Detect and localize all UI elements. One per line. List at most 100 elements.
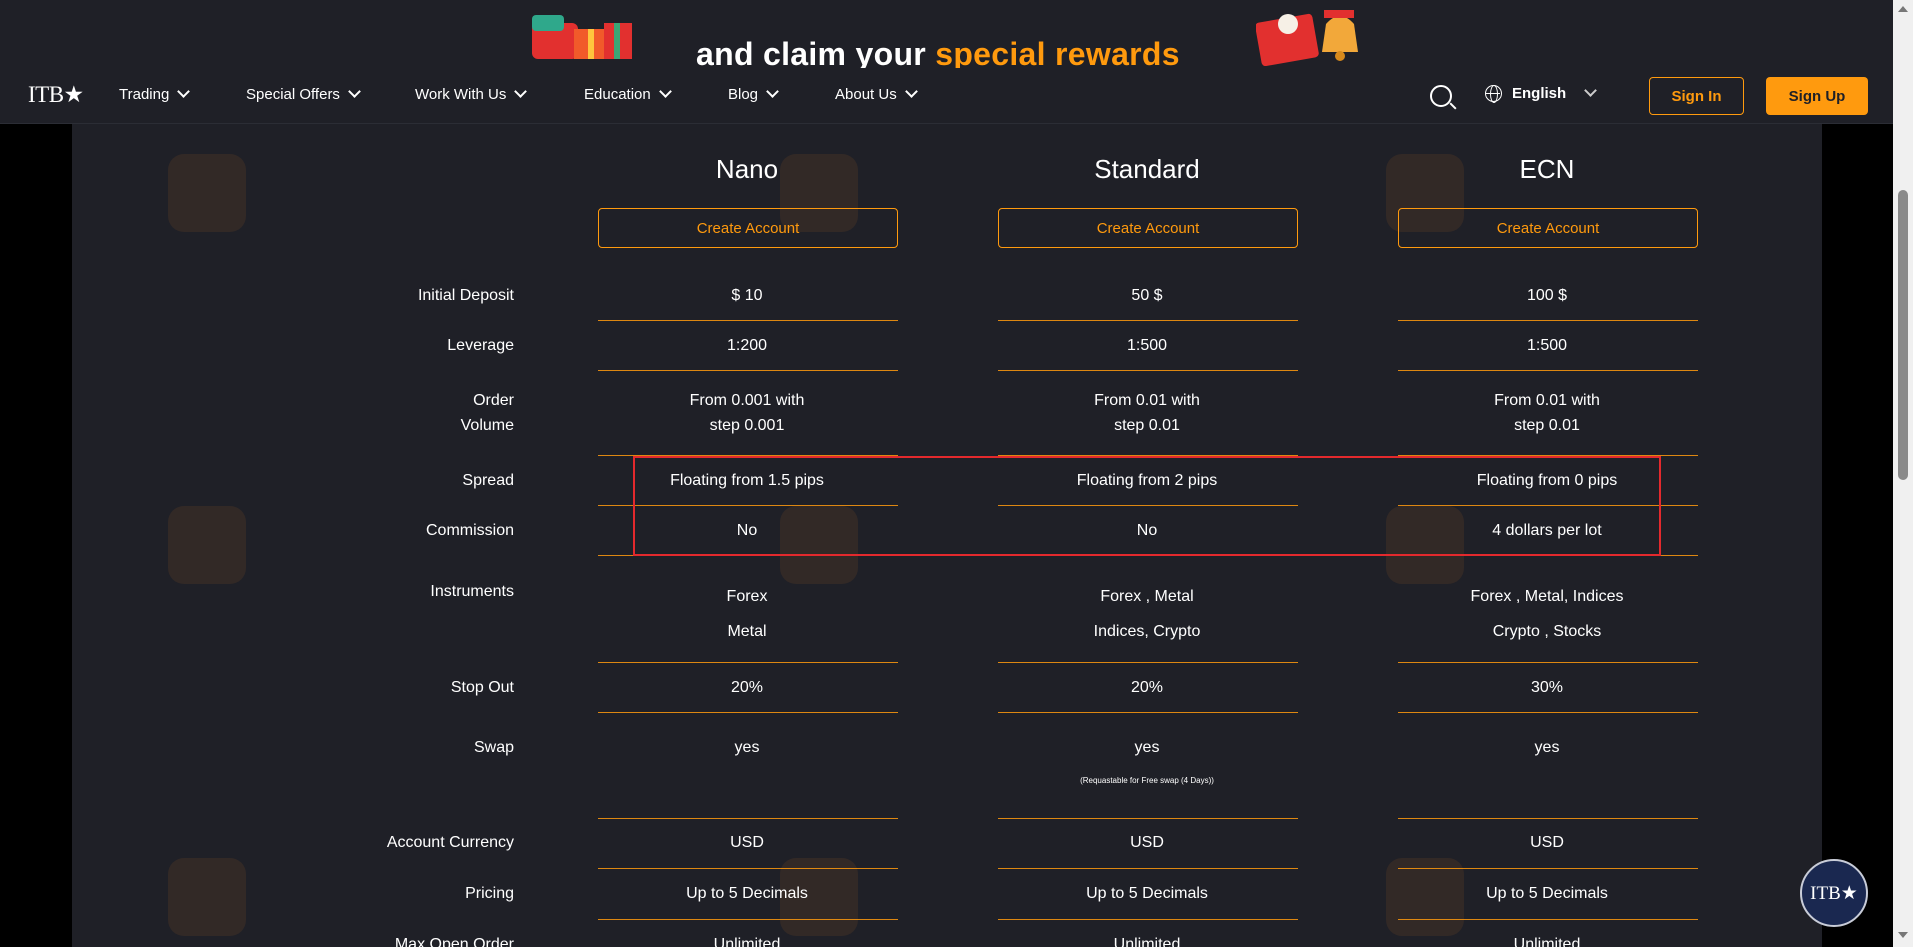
cell-line: From 0.001 with: [689, 392, 805, 409]
row-label-leverage: Leverage: [447, 337, 514, 354]
plan-name-standard: Standard: [1094, 154, 1200, 184]
nav-blog[interactable]: Blog: [728, 85, 779, 103]
cell-line: Crypto , Stocks: [1492, 623, 1602, 640]
label-line: Volume: [460, 417, 514, 434]
row-divider: [998, 868, 1298, 869]
row-divider: [998, 370, 1298, 371]
nav-label: Blog: [728, 86, 759, 103]
cell-max-open-order-nano: Unlimited: [713, 936, 781, 947]
cell-pricing-standard: Up to 5 Decimals: [1086, 885, 1208, 902]
swap-note: (Requastable for Free swap (4 Days)): [1080, 776, 1214, 785]
label-line: Order: [473, 392, 514, 409]
chevron-down-icon: [766, 85, 779, 98]
cell-line: Metal: [727, 623, 767, 640]
row-label-commission: Commission: [425, 522, 514, 539]
row-divider: [598, 320, 898, 321]
chevron-down-icon: [1584, 84, 1598, 97]
row-divider: [998, 818, 1298, 819]
create-account-button-standard[interactable]: Create Account: [998, 208, 1298, 248]
scroll-thumb[interactable]: [1898, 190, 1908, 480]
cell-account-currency-standard: USD: [1130, 834, 1164, 851]
nav-label: About Us: [835, 86, 897, 103]
promo-text: and claim your special rewards: [696, 36, 1180, 68]
cell-pricing-nano: Up to 5 Decimals: [686, 885, 808, 902]
chat-widget-button[interactable]: ITB★: [1800, 859, 1868, 927]
row-divider: [998, 320, 1298, 321]
cell-order-volume-ecn: From 0.01 with step 0.01: [1397, 388, 1697, 438]
cell-line: Forex , Metal: [1100, 588, 1194, 605]
cell-swap-ecn: yes: [1534, 739, 1560, 756]
row-divider: [598, 662, 898, 663]
row-divider: [998, 662, 1298, 663]
globe-icon: [1485, 85, 1502, 103]
cell-instruments-standard: Forex , Metal Indices, Crypto: [997, 579, 1297, 649]
sign-up-button[interactable]: Sign Up: [1766, 77, 1868, 115]
cell-swap-nano: yes: [734, 739, 760, 756]
row-divider: [1398, 818, 1698, 819]
row-divider: [1398, 868, 1698, 869]
row-divider: [998, 712, 1298, 713]
cell-line: step 0.001: [709, 417, 785, 434]
plan-name-ecn: ECN: [1519, 154, 1575, 184]
create-account-button-nano[interactable]: Create Account: [598, 208, 898, 248]
watermark-logo: [168, 506, 246, 584]
main-header: ITB★ Trading Special Offers Work With Us…: [0, 68, 1893, 124]
cell-pricing-ecn: Up to 5 Decimals: [1486, 885, 1608, 902]
cell-line: Forex: [726, 588, 768, 605]
cell-account-currency-nano: USD: [730, 834, 764, 851]
nav-special-offers[interactable]: Special Offers: [246, 85, 361, 103]
scroll-up-arrow-icon[interactable]: [1898, 6, 1908, 12]
cell-initial-deposit-ecn: 100 $: [1526, 287, 1568, 304]
scroll-down-arrow-icon[interactable]: [1898, 932, 1908, 938]
page-scrollbar[interactable]: [1893, 0, 1913, 947]
row-divider: [1398, 919, 1698, 920]
row-divider: [1398, 370, 1698, 371]
logo[interactable]: ITB★: [28, 82, 84, 108]
cell-line: step 0.01: [1114, 417, 1180, 434]
cell-instruments-nano: Forex Metal: [597, 579, 897, 649]
create-account-button-ecn[interactable]: Create Account: [1398, 208, 1698, 248]
cell-leverage-ecn: 1:500: [1526, 337, 1568, 354]
row-label-pricing: Pricing: [465, 885, 514, 902]
nav-education[interactable]: Education: [584, 85, 672, 103]
sign-in-button[interactable]: Sign In: [1649, 77, 1744, 115]
watermark-logo: [168, 858, 246, 936]
row-divider: [1398, 320, 1698, 321]
cell-account-currency-ecn: USD: [1530, 834, 1564, 851]
highlight-annotation-box: [633, 456, 1661, 556]
row-divider: [598, 868, 898, 869]
promo-banner[interactable]: and claim your special rewards: [0, 0, 1893, 68]
nav-trading[interactable]: Trading: [119, 85, 191, 103]
plan-name-nano: Nano: [715, 154, 779, 184]
chevron-down-icon: [348, 85, 361, 98]
cell-stop-out-nano: 20%: [730, 679, 764, 696]
language-selector[interactable]: English: [1485, 84, 1598, 103]
cell-leverage-nano: 1:200: [726, 337, 768, 354]
nav-work-with-us[interactable]: Work With Us: [415, 85, 528, 103]
nav-about-us[interactable]: About Us: [835, 85, 918, 103]
cell-instruments-ecn: Forex , Metal, Indices Crypto , Stocks: [1397, 579, 1697, 649]
cell-swap-standard: yes: [1134, 739, 1160, 756]
cell-order-volume-nano: From 0.001 with step 0.001: [597, 388, 897, 438]
chevron-down-icon: [904, 85, 918, 98]
cell-initial-deposit-standard: 50 $: [1131, 287, 1163, 304]
row-label-max-open-order: Max Open Order: [394, 936, 514, 947]
row-divider: [598, 712, 898, 713]
row-label-order-volume: Order Volume: [272, 388, 514, 438]
row-label-spread: Spread: [462, 472, 514, 489]
nav-label: Trading: [119, 86, 170, 103]
cell-line: From 0.01 with: [1494, 392, 1600, 409]
row-label-initial-deposit: Initial Deposit: [417, 287, 514, 304]
chevron-down-icon: [177, 85, 191, 98]
chevron-down-icon: [658, 85, 672, 98]
row-label-stop-out: Stop Out: [450, 679, 514, 696]
gift-boot-icon: [532, 15, 632, 59]
cell-max-open-order-ecn: Unlimited: [1513, 936, 1581, 947]
search-icon[interactable]: [1430, 85, 1452, 107]
cell-line: Forex , Metal, Indices: [1470, 588, 1624, 605]
row-label-account-currency: Account Currency: [386, 834, 514, 851]
watermark-logo: [168, 154, 246, 232]
nav-label: Special Offers: [246, 86, 340, 103]
cell-order-volume-standard: From 0.01 with step 0.01: [997, 388, 1297, 438]
cell-line: From 0.01 with: [1094, 392, 1200, 409]
